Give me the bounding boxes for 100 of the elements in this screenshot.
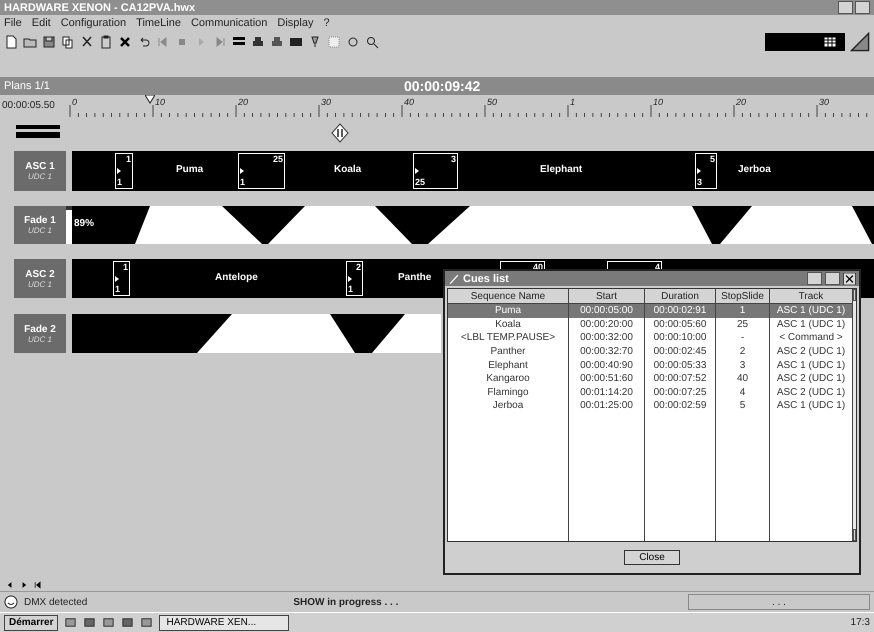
zoom-control[interactable] [16, 123, 60, 141]
track-name: ASC 1 [25, 161, 55, 172]
table-cell[interactable]: 00:00:05:00 [569, 304, 644, 318]
column-header[interactable]: Start [569, 289, 644, 304]
slide-number: 1 [126, 155, 131, 164]
new-file-icon[interactable] [4, 35, 18, 49]
minimize-button[interactable] [807, 272, 822, 285]
taskbar-button[interactable]: HARDWARE XEN... [159, 614, 290, 630]
track-label[interactable]: ASC 1 UDC 1 [14, 151, 66, 191]
ruler-label: 20 [736, 97, 746, 107]
table-cell[interactable]: ASC 1 (UDC 1) [770, 318, 852, 332]
slide-number: 3 [697, 178, 702, 187]
status-text: DMX detected [24, 596, 88, 608]
cue-name: Jerboa [738, 164, 771, 175]
menu-item[interactable]: Display [277, 17, 314, 29]
track-name: Fade 2 [24, 324, 56, 334]
track-label[interactable]: Fade 1 UDC 1 [14, 206, 66, 244]
track-device: UDC 1 [28, 172, 52, 181]
slide-number: 1 [348, 285, 354, 294]
position-time: 00:00:05.50 [1, 100, 56, 111]
slide-number: 1 [122, 263, 128, 272]
smiley-icon [4, 595, 18, 609]
track-name: Fade 1 [24, 215, 56, 226]
triangle-icon [115, 276, 119, 282]
minimize-button[interactable] [838, 1, 853, 14]
cue-name: Koala [334, 164, 362, 175]
cue-block[interactable]: 1 1 [113, 261, 130, 296]
copy-icon[interactable] [61, 35, 75, 49]
scrollbar[interactable] [853, 289, 856, 541]
slide-number: 25 [272, 155, 283, 164]
close-button[interactable]: Close [624, 550, 680, 565]
triangle-icon [348, 276, 352, 282]
display-panel[interactable] [765, 33, 845, 51]
ruler-label: 1 [570, 97, 576, 107]
track-label[interactable]: Fade 2 UDC 1 [14, 314, 66, 353]
cue-block[interactable]: 3 25 [413, 153, 458, 189]
ruler-label: 30 [819, 97, 830, 107]
ruler-label: 50 [487, 97, 498, 107]
ruler-label: 10 [653, 97, 664, 107]
track-device: UDC 1 [28, 280, 52, 288]
slide-number: 5 [710, 155, 715, 164]
clock: 17:3 [850, 617, 870, 628]
cue-name: Elephant [540, 164, 582, 175]
cue-name: Panthe [398, 272, 432, 283]
restore-button[interactable] [855, 1, 870, 14]
cue-block[interactable]: 2 1 [346, 261, 363, 296]
ruler-label: 40 [404, 97, 414, 107]
table-cell[interactable]: 00:00:02:91 [645, 304, 715, 318]
cue-block[interactable]: 5 3 [695, 153, 717, 189]
fade-reading: 89% [74, 218, 94, 229]
ruler-label: 30 [321, 97, 332, 107]
maximize-button[interactable] [825, 272, 840, 285]
close-icon[interactable] [843, 272, 856, 284]
triangle-icon [240, 168, 244, 174]
table-cell[interactable]: Puma [448, 304, 568, 318]
track-device: UDC 1 [28, 226, 52, 235]
track-label[interactable]: ASC 2 UDC 1 [14, 259, 66, 298]
table-cell[interactable]: ASC 1 (UDC 1) [770, 304, 852, 318]
ruler-label: 20 [238, 97, 248, 107]
cue-block[interactable]: 1 1 [115, 153, 133, 189]
pen-icon [448, 272, 460, 284]
menu-item[interactable]: Edit [32, 17, 51, 29]
dialog-title: Cues list [463, 272, 510, 284]
column-header[interactable]: Track [770, 289, 852, 304]
delete-icon[interactable] [118, 35, 132, 49]
cue-name: Antelope [215, 272, 258, 283]
table-cell[interactable]: 1 [716, 304, 769, 318]
slide-number: 1 [115, 285, 120, 294]
magnifier-icon[interactable] [365, 35, 379, 49]
cue-name: Puma [176, 164, 204, 175]
slide-number: 3 [450, 155, 456, 164]
paste-icon[interactable] [99, 35, 113, 49]
column-header[interactable]: Sequence Name [448, 289, 568, 304]
menu-item[interactable]: TimeLine [136, 17, 181, 29]
slide-number: 2 [356, 263, 361, 272]
slide-number: 1 [117, 178, 122, 187]
menu-item[interactable]: Communication [190, 17, 268, 29]
start-button[interactable]: Démarrer [4, 614, 58, 630]
track-name: ASC 2 [25, 268, 55, 280]
triangle-icon [697, 168, 701, 174]
track-device: UDC 1 [28, 334, 52, 344]
menu-item[interactable]: Configuration [60, 17, 126, 29]
menu-item[interactable]: File [4, 17, 22, 29]
save-icon[interactable] [42, 35, 56, 49]
status-text: SHOW in progress . . . [293, 596, 398, 608]
slide-number: 25 [415, 178, 426, 187]
status-text: . . . [772, 596, 786, 608]
slope-icon[interactable] [850, 32, 870, 52]
triangle-icon [415, 168, 419, 174]
cue-block[interactable]: 25 1 [238, 153, 285, 189]
plans-label: Plans 1/1 [4, 80, 50, 92]
ruler-label: 10 [155, 97, 166, 107]
column-header[interactable]: StopSlide [716, 289, 769, 304]
pause-icon[interactable] [331, 123, 349, 143]
slide-number: 1 [240, 178, 246, 187]
ruler-label: 0 [72, 97, 78, 107]
column-header[interactable]: Duration [645, 289, 715, 304]
menu-item[interactable]: ? [323, 17, 330, 29]
triangle-icon [117, 168, 121, 174]
window-title: HARDWARE XENON - CA12PVA.hwx [4, 2, 196, 14]
